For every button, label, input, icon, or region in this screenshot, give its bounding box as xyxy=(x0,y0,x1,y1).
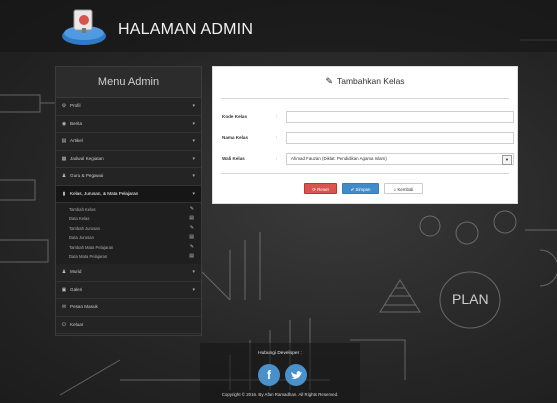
sidebar-item-guru[interactable]: ♟ Guru & Pegawai ▾ xyxy=(56,168,201,186)
sidebar-item-murid[interactable]: ♟ Murid ▾ xyxy=(56,264,201,282)
wali-kelas-label: Wali Kelas xyxy=(222,156,245,161)
submenu-item-label: Data Jurusan xyxy=(69,235,94,241)
developer-contact-label: Hubungi Developer : xyxy=(258,351,302,356)
sidebar-item-label: Guru & Pegawai xyxy=(70,173,104,178)
form-title-text: Tambahkan Kelas xyxy=(336,76,405,86)
chevron-down-icon: ▾ xyxy=(192,286,195,293)
app-title: HALAMAN ADMIN xyxy=(118,21,254,38)
refresh-icon: ⟳ xyxy=(312,187,316,192)
sidebar-item-berita[interactable]: ◉ Berita ▾ xyxy=(56,116,201,133)
submenu-item-tambah-jurusan[interactable]: Tambah Jurusan ✎ xyxy=(56,224,201,233)
sidebar-item-pesan-masuk[interactable]: ✉ Pesan Masuk xyxy=(56,299,201,317)
submenu-item-label: Tambah Jurusan xyxy=(69,225,100,231)
field-colon: : xyxy=(276,135,278,140)
sidebar-item-label: Galeri xyxy=(70,286,83,292)
gear-icon: ⚙ xyxy=(61,103,67,109)
sidebar-item-label: Murid xyxy=(70,269,82,275)
nama-kelas-input[interactable] xyxy=(286,132,514,144)
sidebar-item-label: Kelas, Jurusan, & Mata Pelajaran xyxy=(70,190,139,196)
save-button-label: Simpan xyxy=(355,187,371,192)
divider xyxy=(221,173,509,174)
field-colon: : xyxy=(276,114,278,119)
sidebar-item-jadwal[interactable]: ▦ Jadwal Kegiatan ▾ xyxy=(56,151,201,168)
facebook-icon[interactable]: f xyxy=(258,364,280,386)
back-button-label: Kembali xyxy=(397,187,414,192)
sidebar-item-label: Pesan Masuk xyxy=(70,304,98,310)
sidebar-item-label: Jadwal Kegiatan xyxy=(70,155,104,161)
home-icon: ⌂ xyxy=(393,187,397,192)
submenu-item-data-kelas[interactable]: Data Kelas ▤ xyxy=(56,214,201,223)
sidebar-title: Menu Admin xyxy=(56,67,201,98)
plan-chalk-text: PLAN xyxy=(452,291,489,307)
pencil-icon: ✎ xyxy=(189,224,194,231)
calendar-icon: ▦ xyxy=(61,155,67,162)
divider xyxy=(221,98,509,99)
pencil-icon: ✎ xyxy=(189,243,194,250)
admin-logo-icon xyxy=(62,9,106,45)
user-icon: ♟ xyxy=(61,269,67,276)
user-icon: ♟ xyxy=(61,173,67,179)
chevron-down-icon: ▾ xyxy=(192,173,195,179)
list-icon: ▤ xyxy=(189,252,194,259)
submenu-item-label: Tambah Kelas xyxy=(69,207,96,212)
list-icon: ▤ xyxy=(189,234,194,241)
kelas-submenu: Tambah Kelas ✎ Data Kelas ▤ Tambah Jurus… xyxy=(56,203,201,265)
twitter-bird-shape xyxy=(291,371,302,379)
globe-icon: ◉ xyxy=(61,120,67,127)
chevron-down-icon: ▾ xyxy=(192,155,195,162)
kode-kelas-row: Kode Kelas : xyxy=(221,111,514,125)
bookmark-icon: ▮ xyxy=(62,190,66,197)
sidebar-item-label: Berita xyxy=(70,120,83,126)
pencil-icon: ✎ xyxy=(189,206,194,212)
sidebar-menu: Menu Admin ⚙ Profil ▾ ◉ Berita ▾ ▤ Artik… xyxy=(55,66,202,336)
envelope-icon: ✉ xyxy=(61,304,67,311)
wali-kelas-select[interactable]: Ahmad Fauzan (Diklat: Pendidikan Agama I… xyxy=(286,153,514,165)
reset-button[interactable]: ⟳ Reset xyxy=(304,183,337,194)
chevron-down-icon: ▾ xyxy=(192,190,195,197)
wali-kelas-selected-value: Ahmad Fauzan (Diklat: Pendidikan Agama I… xyxy=(291,156,387,161)
list-icon: ▤ xyxy=(189,215,194,222)
image-icon: ▣ xyxy=(61,286,67,293)
sidebar-item-label: Profil xyxy=(70,103,81,108)
sidebar-item-profil[interactable]: ⚙ Profil ▾ xyxy=(56,98,201,116)
sidebar-item-galeri[interactable]: ▣ Galeri ▾ xyxy=(56,282,201,300)
kode-kelas-input[interactable] xyxy=(286,111,514,123)
nama-kelas-label: Nama Kelas xyxy=(222,135,249,140)
power-icon: ⏻ xyxy=(62,321,66,328)
submenu-item-label: Data Mata Pelajaran xyxy=(69,253,108,259)
nama-kelas-row: Nama Kelas : xyxy=(221,132,514,146)
copyright-text: Copyright © 2016. By Afan Ramadhan. All … xyxy=(221,392,339,397)
pencil-icon: ✎ xyxy=(325,75,333,86)
footer: Hubungi Developer : f Copyright © 2016. … xyxy=(200,343,360,403)
sidebar-item-kelas[interactable]: ▮ Kelas, Jurusan, & Mata Pelajaran ▾ xyxy=(56,185,201,203)
chevron-down-icon: ▾ xyxy=(192,120,195,127)
chevron-down-icon: ▾ xyxy=(192,269,195,276)
wali-kelas-row: Wali Kelas : Ahmad Fauzan (Diklat: Pendi… xyxy=(221,153,514,167)
form-title: ✎ Tambahkan Kelas xyxy=(213,67,517,95)
submenu-item-data-jurusan[interactable]: Data Jurusan ▤ xyxy=(56,233,201,242)
save-button[interactable]: ✔ Simpan xyxy=(342,183,379,194)
form-actions: ⟳ Reset ✔ Simpan ⌂ Kembali xyxy=(221,183,509,197)
chevron-down-icon: ▾ xyxy=(192,103,195,109)
sidebar-item-label: Keluar xyxy=(70,321,84,327)
check-icon: ✔ xyxy=(350,187,355,192)
submenu-item-label: Tambah Mata Pelajaran xyxy=(69,244,114,250)
back-button[interactable]: ⌂ Kembali xyxy=(384,183,423,194)
chevron-down-icon: ▼ xyxy=(502,155,512,165)
add-class-form-panel: ✎ Tambahkan Kelas Kode Kelas : Nama Kela… xyxy=(212,66,518,204)
chevron-down-icon: ▾ xyxy=(192,138,195,144)
reset-button-label: Reset xyxy=(317,187,329,192)
field-colon: : xyxy=(276,156,278,161)
article-icon: ▤ xyxy=(61,138,67,144)
submenu-item-tambah-kelas[interactable]: Tambah Kelas ✎ xyxy=(56,205,201,214)
submenu-item-data-mapel[interactable]: Data Mata Pelajaran ▤ xyxy=(56,252,201,261)
twitter-icon[interactable] xyxy=(285,364,307,386)
sidebar-item-keluar[interactable]: ⏻ Keluar xyxy=(56,317,201,335)
sidebar-item-artikel[interactable]: ▤ Artikel ▾ xyxy=(56,133,201,151)
submenu-item-label: Data Kelas xyxy=(69,216,90,222)
sidebar-item-label: Artikel xyxy=(70,138,83,143)
top-header: HALAMAN ADMIN xyxy=(0,0,557,52)
kode-kelas-label: Kode Kelas xyxy=(222,114,248,119)
submenu-item-tambah-mapel[interactable]: Tambah Mata Pelajaran ✎ xyxy=(56,243,201,252)
